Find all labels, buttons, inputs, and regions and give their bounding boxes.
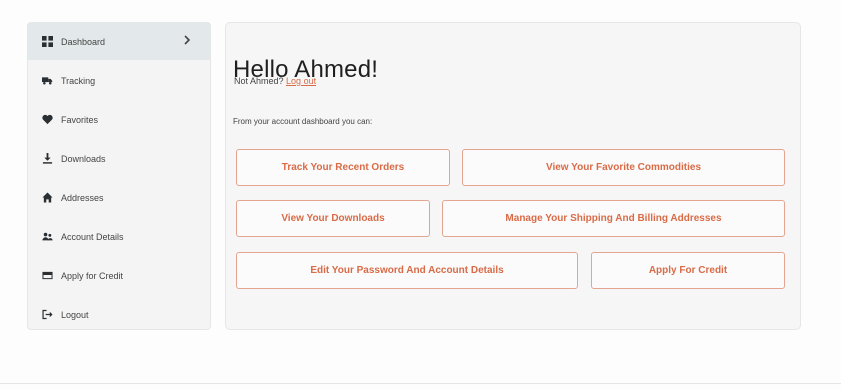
logout-icon	[40, 308, 54, 322]
sidebar-item-label: Dashboard	[61, 36, 106, 47]
edit-account-details-button[interactable]: Edit Your Password And Account Details	[236, 252, 578, 289]
sidebar-item-logout[interactable]: Logout	[28, 296, 210, 333]
sidebar-item-account-details[interactable]: Account Details	[28, 218, 210, 255]
account-sidebar: Dashboard Tracking Favorites Downloads A…	[27, 22, 211, 330]
sidebar-item-apply-for-credit[interactable]: Apply for Credit	[28, 257, 210, 294]
sidebar-item-label: Apply for Credit	[61, 270, 124, 281]
sidebar-item-label: Tracking	[61, 75, 96, 86]
sidebar-item-label: Logout	[61, 309, 89, 320]
view-downloads-button[interactable]: View Your Downloads	[236, 200, 430, 237]
download-icon	[40, 152, 54, 166]
home-icon	[40, 191, 54, 205]
manage-addresses-button[interactable]: Manage Your Shipping And Billing Address…	[442, 200, 785, 237]
sidebar-item-dashboard[interactable]: Dashboard	[28, 23, 210, 60]
not-user-line: Not Ahmed? Log out	[234, 76, 316, 86]
logout-link[interactable]: Log out	[286, 76, 316, 86]
sidebar-item-downloads[interactable]: Downloads	[28, 140, 210, 177]
heart-icon	[40, 113, 54, 127]
apply-for-credit-button[interactable]: Apply For Credit	[591, 252, 785, 289]
track-recent-orders-button[interactable]: Track Your Recent Orders	[236, 149, 450, 186]
sidebar-item-label: Addresses	[61, 192, 104, 203]
chevron-right-icon	[182, 35, 192, 45]
sidebar-item-label: Downloads	[61, 153, 106, 164]
sidebar-item-addresses[interactable]: Addresses	[28, 179, 210, 216]
sidebar-item-favorites[interactable]: Favorites	[28, 101, 210, 138]
not-user-text: Not Ahmed?	[234, 76, 284, 86]
truck-icon	[40, 74, 54, 88]
sidebar-item-label: Account Details	[61, 231, 124, 242]
sidebar-item-tracking[interactable]: Tracking	[28, 62, 210, 99]
users-icon	[40, 230, 54, 244]
sidebar-item-label: Favorites	[61, 114, 99, 125]
view-favorite-commodities-button[interactable]: View Your Favorite Commodities	[462, 149, 785, 186]
page-bottom-divider	[0, 383, 841, 384]
dashboard-grid-icon	[40, 35, 54, 49]
credit-card-icon	[40, 269, 54, 283]
dashboard-intro-text: From your account dashboard you can:	[233, 117, 373, 126]
